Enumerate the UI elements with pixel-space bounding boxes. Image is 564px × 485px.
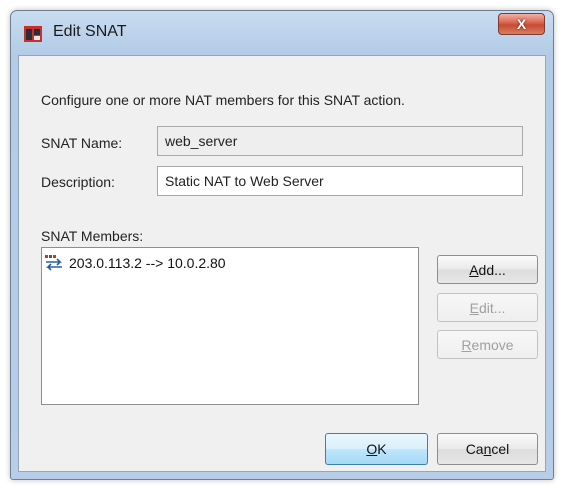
edit-snat-dialog: Edit SNAT X Configure one or more NAT me… xyxy=(10,10,554,480)
cancel-mnemonic: n xyxy=(483,441,492,457)
add-mnemonic: A xyxy=(469,261,479,278)
description-field[interactable] xyxy=(157,166,523,196)
cancel-label-pre: Ca xyxy=(465,441,484,457)
list-item[interactable]: 203.0.113.2 --> 10.0.2.80 xyxy=(45,251,226,275)
ok-label: K xyxy=(377,441,387,457)
edit-mnemonic: E xyxy=(469,299,479,316)
remove-button[interactable]: Remove xyxy=(437,330,538,359)
member-mapping-text: 203.0.113.2 --> 10.0.2.80 xyxy=(69,255,226,271)
close-icon: X xyxy=(516,16,527,32)
snat-name-label: SNAT Name: xyxy=(41,135,123,151)
dialog-content: Configure one or more NAT members for th… xyxy=(18,55,546,472)
title-bar[interactable]: Edit SNAT X xyxy=(11,11,553,55)
app-icon xyxy=(23,24,43,44)
remove-label: emove xyxy=(471,336,514,353)
close-button[interactable]: X xyxy=(498,13,545,35)
description-label: Description: xyxy=(41,174,115,190)
ok-mnemonic: O xyxy=(366,441,378,457)
nat-mapping-icon xyxy=(45,254,63,272)
remove-mnemonic: R xyxy=(461,336,472,353)
ok-button[interactable]: OK xyxy=(325,433,428,465)
edit-label: dit... xyxy=(478,299,506,316)
window-title: Edit SNAT xyxy=(53,23,127,40)
cancel-label-post: cel xyxy=(491,441,510,457)
cancel-button[interactable]: Ca n cel xyxy=(437,433,538,465)
add-label: dd... xyxy=(478,261,506,278)
instructions-text: Configure one or more NAT members for th… xyxy=(41,92,405,108)
add-button[interactable]: Add... xyxy=(437,255,538,284)
snat-name-field[interactable] xyxy=(157,126,523,156)
edit-button[interactable]: Edit... xyxy=(437,293,538,322)
snat-members-list[interactable]: 203.0.113.2 --> 10.0.2.80 xyxy=(41,247,419,405)
snat-members-label: SNAT Members: xyxy=(41,228,144,244)
